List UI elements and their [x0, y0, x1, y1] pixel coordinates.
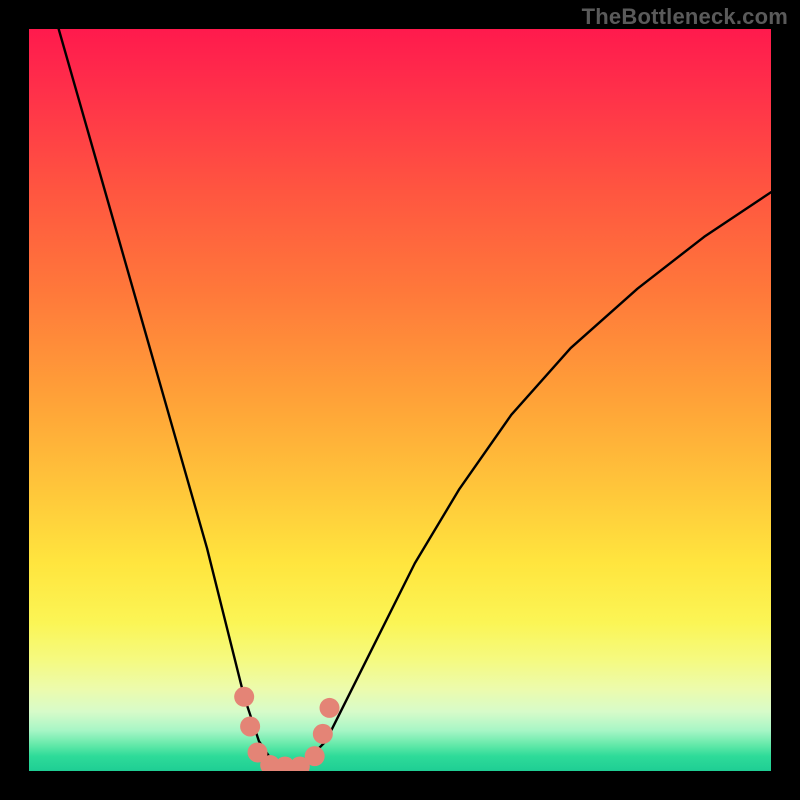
watermark-text: TheBottleneck.com [582, 4, 788, 30]
chart-svg [29, 29, 771, 771]
marker-dot [305, 746, 325, 766]
bottleneck-curve [59, 29, 771, 767]
marker-dot [234, 687, 254, 707]
plot-area [29, 29, 771, 771]
marker-dot [240, 716, 260, 736]
chart-frame: TheBottleneck.com [0, 0, 800, 800]
bottleneck-minimum-dots [234, 687, 339, 771]
curve-path [59, 29, 771, 767]
marker-dot [313, 724, 333, 744]
marker-dot [320, 698, 340, 718]
